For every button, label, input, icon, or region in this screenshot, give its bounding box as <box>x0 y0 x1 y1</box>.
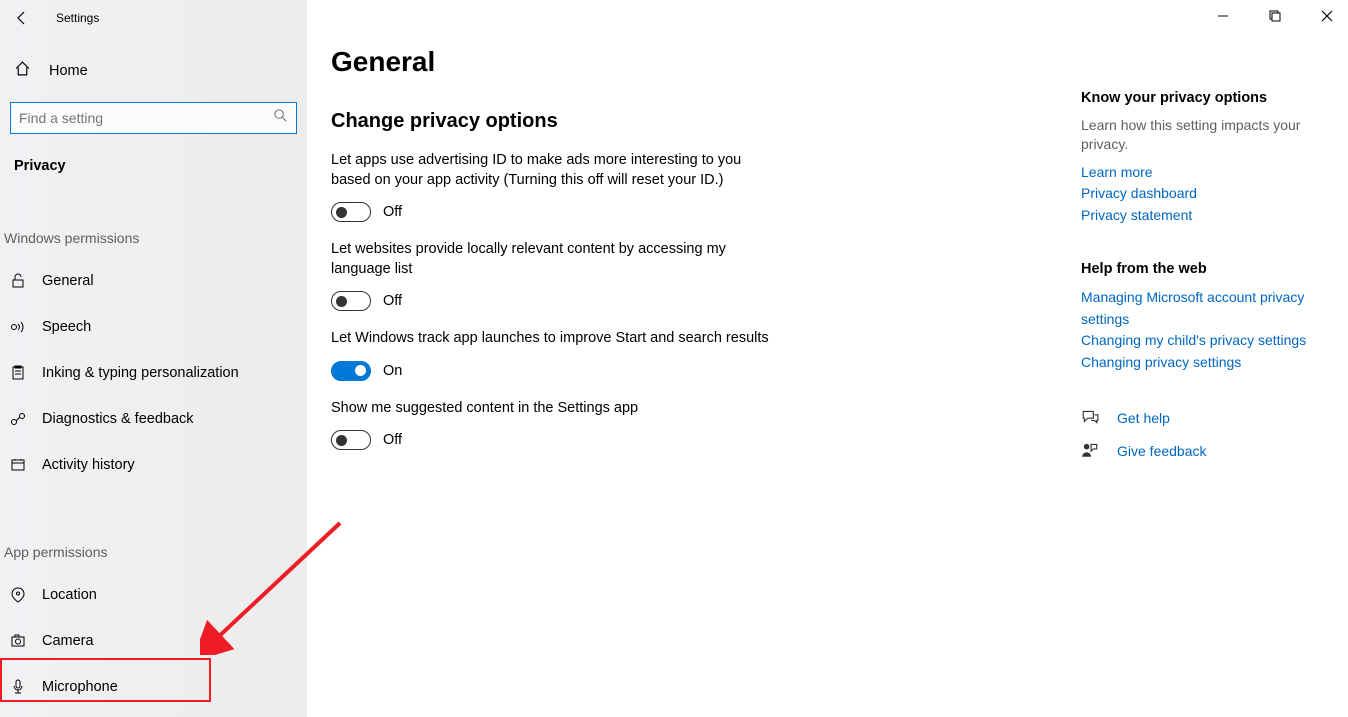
link-managing-account[interactable]: Managing Microsoft account privacy setti… <box>1081 287 1341 330</box>
help-web-head: Help from the web <box>1081 261 1341 277</box>
sidebar-item-label: Camera <box>42 633 94 649</box>
toggle-advertising-id[interactable] <box>331 202 371 222</box>
link-get-help[interactable]: Get help <box>1117 408 1170 430</box>
main-content: General Change privacy options Let apps … <box>331 46 1071 717</box>
subheading: Change privacy options <box>331 110 1071 133</box>
minimize-button[interactable] <box>1208 4 1238 28</box>
toggle-state: Off <box>383 204 402 220</box>
setting-desc: Let websites provide locally relevant co… <box>331 240 771 279</box>
section-title: Privacy <box>0 134 307 174</box>
maximize-button[interactable] <box>1260 4 1290 28</box>
sidebar-item-label: Location <box>42 587 97 603</box>
setting-desc: Let Windows track app launches to improv… <box>331 329 771 349</box>
privacy-options-desc: Learn how this setting impacts your priv… <box>1081 116 1341 154</box>
toggle-suggested-content[interactable] <box>331 430 371 450</box>
group-app-permissions: App permissions <box>0 488 307 572</box>
toggle-language-list[interactable] <box>331 291 371 311</box>
search-field[interactable] <box>19 110 273 126</box>
chat-icon <box>1081 408 1099 431</box>
setting-desc: Show me suggested content in the Setting… <box>331 399 771 419</box>
back-button[interactable] <box>12 8 32 28</box>
home-nav[interactable]: Home <box>0 50 307 92</box>
setting-desc: Let apps use advertising ID to make ads … <box>331 151 771 190</box>
link-privacy-statement[interactable]: Privacy statement <box>1081 205 1341 227</box>
search-input[interactable] <box>10 102 297 134</box>
sidebar: Settings Home Privacy Windows permission… <box>0 0 307 717</box>
close-button[interactable] <box>1312 4 1342 28</box>
group-windows-permissions: Windows permissions <box>0 174 307 258</box>
home-label: Home <box>49 63 88 79</box>
sidebar-item-activity[interactable]: Activity history <box>0 442 307 488</box>
page-title: General <box>331 46 1071 78</box>
link-give-feedback[interactable]: Give feedback <box>1117 441 1207 463</box>
link-learn-more[interactable]: Learn more <box>1081 162 1341 184</box>
feedback-person-icon <box>1081 441 1099 464</box>
window-title: Settings <box>56 11 99 25</box>
link-privacy-dashboard[interactable]: Privacy dashboard <box>1081 183 1341 205</box>
toggle-state: On <box>383 363 402 379</box>
privacy-options-head: Know your privacy options <box>1081 90 1341 106</box>
right-column: Know your privacy options Learn how this… <box>1081 46 1341 717</box>
sidebar-item-general[interactable]: General <box>0 258 307 304</box>
sidebar-item-label: Diagnostics & feedback <box>42 411 194 427</box>
link-changing-privacy[interactable]: Changing privacy settings <box>1081 352 1341 374</box>
sidebar-item-label: Inking & typing personalization <box>42 365 239 381</box>
toggle-state: Off <box>383 293 402 309</box>
lock-icon <box>8 273 28 289</box>
annotation-highlight <box>0 658 211 702</box>
speech-icon <box>8 319 28 335</box>
sidebar-item-speech[interactable]: Speech <box>0 304 307 350</box>
home-icon <box>14 60 31 82</box>
link-child-privacy[interactable]: Changing my child's privacy settings <box>1081 330 1341 352</box>
history-icon <box>8 457 28 473</box>
toggle-track-launches[interactable] <box>331 361 371 381</box>
sidebar-item-location[interactable]: Location <box>0 572 307 618</box>
toggle-state: Off <box>383 432 402 448</box>
search-icon <box>273 108 288 128</box>
sidebar-item-label: Speech <box>42 319 91 335</box>
clipboard-icon <box>8 365 28 381</box>
camera-icon <box>8 633 28 649</box>
sidebar-item-label: Activity history <box>42 457 135 473</box>
sidebar-item-inking[interactable]: Inking & typing personalization <box>0 350 307 396</box>
location-icon <box>8 587 28 603</box>
sidebar-item-diagnostics[interactable]: Diagnostics & feedback <box>0 396 307 442</box>
feedback-icon <box>8 411 28 427</box>
sidebar-item-label: General <box>42 273 94 289</box>
